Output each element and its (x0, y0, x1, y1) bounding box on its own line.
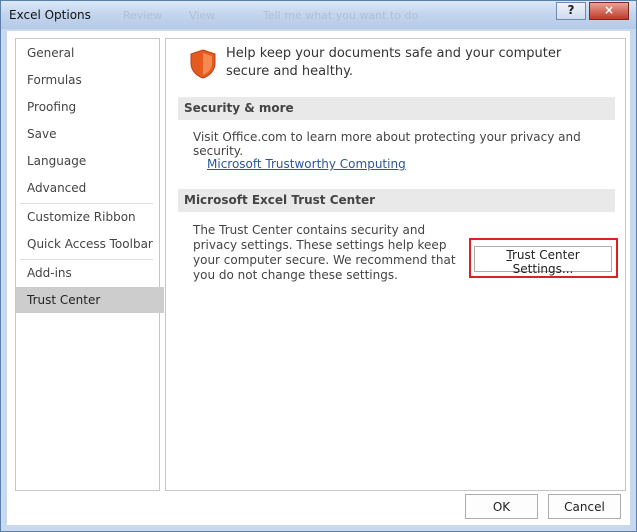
excel-options-dialog: Excel Options Review View Tell me what y… (0, 0, 637, 532)
help-button[interactable]: ? (556, 2, 586, 20)
sidebar-item-quick-access-toolbar[interactable]: Quick Access Toolbar (16, 231, 164, 257)
section-header-trust-center: Microsoft Excel Trust Center (178, 189, 615, 212)
button-label: rust Center Settings... (511, 248, 580, 276)
shield-icon (190, 49, 216, 79)
dialog-content: General Formulas Proofing Save Language … (7, 31, 630, 525)
security-description: Visit Office.com to learn more about pro… (193, 130, 581, 158)
sidebar-item-general[interactable]: General (16, 40, 164, 66)
page-headline: Help keep your documents safe and your c… (226, 46, 562, 79)
trust-center-description: The Trust Center contains security and p… (193, 223, 456, 282)
trust-center-panel: Help keep your documents safe and your c… (165, 38, 626, 491)
sidebar-item-advanced[interactable]: Advanced (16, 175, 164, 201)
sidebar-item-language[interactable]: Language (16, 148, 164, 174)
options-sidebar: General Formulas Proofing Save Language … (15, 38, 164, 491)
ok-button[interactable]: OK (465, 494, 538, 519)
cancel-button[interactable]: Cancel (548, 494, 621, 519)
sidebar-item-proofing[interactable]: Proofing (16, 94, 164, 120)
sidebar-item-save[interactable]: Save (16, 121, 164, 147)
trustworthy-computing-link[interactable]: Microsoft Trustworthy Computing (207, 157, 406, 171)
title-bar[interactable]: Excel Options Review View Tell me what y… (1, 1, 636, 29)
sidebar-item-formulas[interactable]: Formulas (16, 67, 164, 93)
background-search-hint: Tell me what you want to do (263, 9, 419, 22)
sidebar-item-customize-ribbon[interactable]: Customize Ribbon (16, 204, 164, 230)
sidebar-item-trust-center[interactable]: Trust Center (16, 287, 164, 313)
close-button[interactable]: × (589, 2, 629, 20)
trust-center-settings-button[interactable]: Trust Center Settings... (474, 246, 612, 276)
dialog-title: Excel Options (9, 8, 91, 22)
section-header-security: Security & more (178, 97, 615, 120)
sidebar-item-add-ins[interactable]: Add-ins (16, 260, 164, 286)
background-tab-review: Review (123, 9, 163, 22)
background-tab-view: View (189, 9, 216, 22)
